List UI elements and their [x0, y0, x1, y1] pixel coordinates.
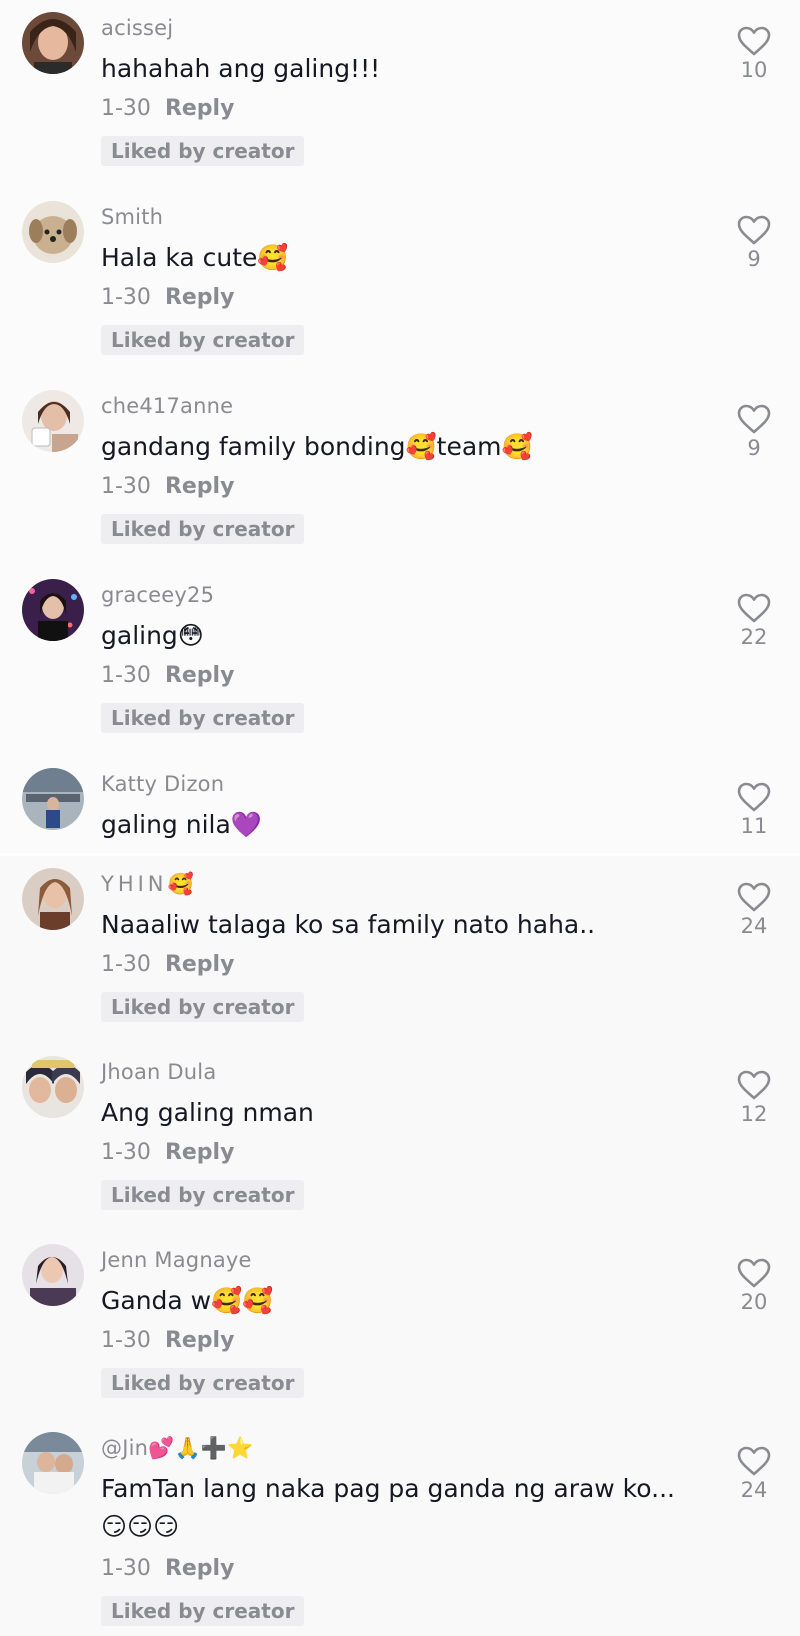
like-count: 24 — [740, 1478, 768, 1502]
like-control: 22 — [726, 593, 782, 649]
comment-meta: 1-30 Reply — [101, 285, 234, 310]
liked-by-creator-badge: Liked by creator — [101, 514, 305, 544]
reply-button[interactable]: Reply — [165, 952, 235, 977]
comment-username[interactable]: acissej — [101, 16, 173, 40]
reply-button[interactable]: Reply — [165, 1140, 235, 1165]
avatar[interactable] — [22, 1432, 84, 1494]
heart-icon[interactable] — [737, 1258, 771, 1288]
comment-meta: 1-30 Reply — [101, 1140, 234, 1165]
comment-meta: 1-30 Reply — [101, 952, 234, 977]
like-control: 24 — [726, 882, 782, 938]
like-control: 12 — [726, 1070, 782, 1126]
like-control: 11 — [726, 782, 782, 838]
avatar[interactable] — [22, 1056, 84, 1118]
comment-username[interactable]: @Jin💕🙏➕⭐ — [101, 1436, 254, 1461]
comment-item: @Jin💕🙏➕⭐ FamTan lang naka pag pa ganda n… — [0, 1420, 800, 1636]
reply-button[interactable]: Reply — [165, 1556, 235, 1581]
avatar[interactable] — [22, 390, 84, 452]
avatar[interactable] — [22, 768, 84, 830]
comment-item: YHIN🥰 Naaaliw talaga ko sa family nato h… — [0, 856, 800, 1026]
like-control: 10 — [726, 26, 782, 82]
liked-by-creator-badge: Liked by creator — [101, 992, 305, 1022]
heart-icon[interactable] — [737, 593, 771, 623]
avatar[interactable] — [22, 12, 84, 74]
comment-meta: 1-30 Reply — [101, 663, 234, 688]
avatar[interactable] — [22, 201, 84, 263]
heart-icon[interactable] — [737, 782, 771, 812]
comment-text: Hala ka cute🥰 — [101, 243, 289, 272]
comment-date: 1-30 — [101, 1140, 151, 1165]
liked-by-creator-badge: Liked by creator — [101, 325, 305, 355]
liked-by-creator-badge: Liked by creator — [101, 703, 305, 733]
comment-item: acissej hahahah ang galing!!! 1-30 Reply … — [0, 0, 800, 170]
comment-text: galing nila💜 — [101, 810, 262, 839]
comment-item: Jhoan Dula Ang galing nman 1-30 Reply Lik… — [0, 1044, 800, 1214]
comments-panel-bottom: YHIN🥰 Naaaliw talaga ko sa family nato h… — [0, 856, 800, 1636]
like-count: 20 — [740, 1290, 768, 1314]
avatar[interactable] — [22, 579, 84, 641]
comment-meta: 1-30 Reply — [101, 96, 234, 121]
comment-text: galing😳 — [101, 621, 204, 650]
comment-date: 1-30 — [101, 96, 151, 121]
comment-username[interactable]: che417anne — [101, 394, 233, 418]
comment-item: che417anne gandang family bonding🥰team🥰 … — [0, 378, 800, 548]
heart-icon[interactable] — [737, 882, 771, 912]
avatar[interactable] — [22, 1244, 84, 1306]
reply-button[interactable]: Reply — [165, 1328, 235, 1353]
comment-username[interactable]: Jhoan Dula — [101, 1060, 216, 1084]
comment-text: gandang family bonding🥰team🥰 — [101, 432, 533, 461]
comment-text: FamTan lang naka pag pa ganda ng araw ko… — [101, 1474, 675, 1503]
comment-item: Jenn Magnaye Ganda w🥰🥰 1-30 Reply Liked b… — [0, 1232, 800, 1402]
avatar[interactable] — [22, 868, 84, 930]
comment-text: Naaaliw talaga ko sa family nato haha.. — [101, 910, 596, 939]
liked-by-creator-badge: Liked by creator — [101, 1596, 305, 1626]
reply-button[interactable]: Reply — [165, 663, 235, 688]
comment-username[interactable]: Smith — [101, 205, 163, 229]
comment-item: graceey25 galing😳 1-30 Reply Liked by cre… — [0, 567, 800, 737]
comment-meta: 1-30 Reply — [101, 474, 234, 499]
like-count: 22 — [740, 625, 768, 649]
like-control: 9 — [726, 215, 782, 271]
like-control: 20 — [726, 1258, 782, 1314]
like-count: 9 — [747, 247, 761, 271]
comment-date: 1-30 — [101, 285, 151, 310]
heart-icon[interactable] — [737, 1070, 771, 1100]
comment-username[interactable]: Katty Dizon — [101, 772, 224, 796]
comment-meta: 1-30 Reply — [101, 1328, 234, 1353]
comment-item: Katty Dizon galing nila💜 11 — [0, 756, 800, 853]
heart-icon[interactable] — [737, 404, 771, 434]
like-control: 9 — [726, 404, 782, 460]
like-count: 12 — [740, 1102, 768, 1126]
comment-date: 1-30 — [101, 474, 151, 499]
liked-by-creator-badge: Liked by creator — [101, 1368, 305, 1398]
reply-button[interactable]: Reply — [165, 96, 235, 121]
like-count: 10 — [740, 58, 768, 82]
comment-username[interactable]: graceey25 — [101, 583, 214, 607]
comment-date: 1-30 — [101, 1556, 151, 1581]
liked-by-creator-badge: Liked by creator — [101, 136, 305, 166]
comment-text: Ang galing nman — [101, 1098, 314, 1127]
like-control: 24 — [726, 1446, 782, 1502]
like-count: 11 — [740, 814, 768, 838]
heart-icon[interactable] — [737, 215, 771, 245]
comment-username[interactable]: Jenn Magnaye — [101, 1248, 252, 1272]
comments-panel-top: acissej hahahah ang galing!!! 1-30 Reply … — [0, 0, 800, 853]
comment-date: 1-30 — [101, 952, 151, 977]
reply-button[interactable]: Reply — [165, 285, 235, 310]
liked-by-creator-badge: Liked by creator — [101, 1180, 305, 1210]
comment-item: Smith Hala ka cute🥰 1-30 Reply Liked by c… — [0, 189, 800, 359]
comment-date: 1-30 — [101, 1328, 151, 1353]
comment-text-line2: 😏😏😏 — [101, 1512, 180, 1541]
like-count: 9 — [747, 436, 761, 460]
like-count: 24 — [740, 914, 768, 938]
heart-icon[interactable] — [737, 1446, 771, 1476]
comment-meta: 1-30 Reply — [101, 1556, 234, 1581]
comment-text: hahahah ang galing!!! — [101, 54, 381, 83]
heart-icon[interactable] — [737, 26, 771, 56]
comment-text: Ganda w🥰🥰 — [101, 1286, 274, 1315]
comment-date: 1-30 — [101, 663, 151, 688]
reply-button[interactable]: Reply — [165, 474, 235, 499]
comment-username[interactable]: YHIN🥰 — [101, 872, 198, 897]
